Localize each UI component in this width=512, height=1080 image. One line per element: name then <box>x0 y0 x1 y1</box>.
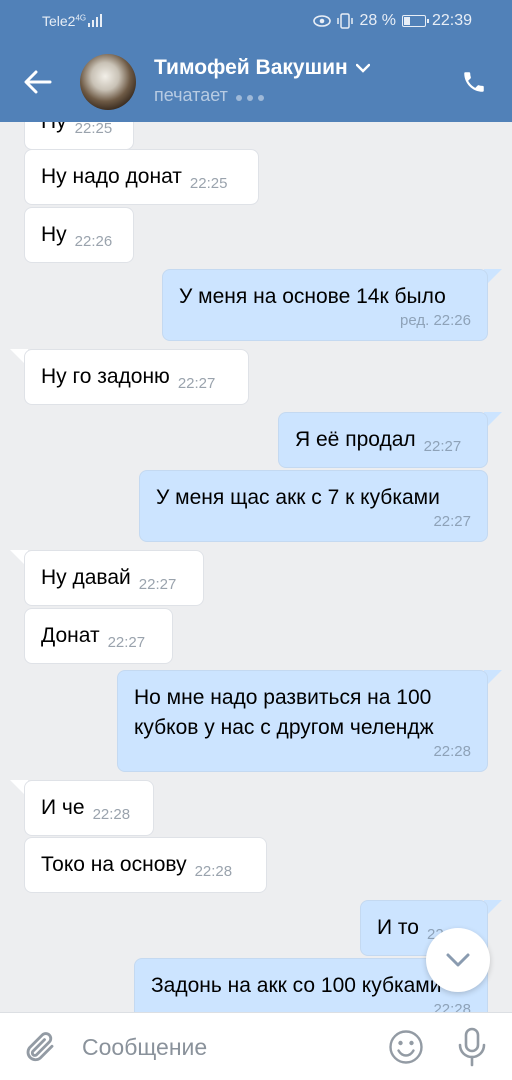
chevron-down-icon <box>355 63 370 73</box>
message-input[interactable] <box>82 1031 372 1063</box>
signal-icon <box>88 14 102 27</box>
message-incoming[interactable]: Ну надо донат 22:25 <box>24 149 259 205</box>
message-outgoing[interactable]: Я её продал 22:27 <box>278 412 488 468</box>
message-incoming[interactable]: Ну го задоню 22:27 <box>24 349 249 405</box>
vibrate-icon <box>337 13 354 29</box>
scroll-down-button[interactable] <box>426 928 490 992</box>
message-outgoing[interactable]: Но мне надо развиться на 100 кубков у на… <box>117 670 488 772</box>
message-composer <box>0 1012 512 1080</box>
message-incoming[interactable]: Ну22:25 <box>24 122 134 150</box>
message-list[interactable]: Ну22:25 Ну надо донат22:25 Ну22:26 У мен… <box>0 122 512 1012</box>
emoji-button[interactable] <box>388 1029 424 1065</box>
message-outgoing[interactable]: У меня щас акк с 7 к кубками 22:27 <box>139 470 488 542</box>
typing-status: печатает <box>154 85 269 106</box>
paperclip-icon <box>26 1032 54 1062</box>
clock: 22:39 <box>431 12 472 29</box>
battery-percent: 28 % <box>359 12 396 29</box>
typing-dots-icon <box>235 85 269 106</box>
message-incoming[interactable]: И че 22:28 <box>24 780 154 836</box>
call-button[interactable] <box>454 62 494 102</box>
status-bar: Tele24G 28 % 22:39 <box>0 0 512 42</box>
microphone-icon <box>458 1027 486 1067</box>
chevron-down-icon <box>446 953 470 967</box>
carrier-label: Tele24G <box>42 13 87 29</box>
back-button[interactable] <box>18 62 58 102</box>
arrow-left-icon <box>24 70 52 94</box>
voice-message-button[interactable] <box>456 1027 488 1067</box>
attach-button[interactable] <box>22 1029 58 1065</box>
phone-icon <box>464 72 484 92</box>
message-incoming[interactable]: Токо на основу 22:28 <box>24 837 267 893</box>
message-incoming[interactable]: Ну 22:26 <box>24 207 134 263</box>
chat-header: Tele24G 28 % 22:39 Тимофей Вакушин печат… <box>0 0 512 122</box>
eye-icon <box>313 15 332 27</box>
message-incoming[interactable]: Ну давай 22:27 <box>24 550 204 606</box>
message-incoming[interactable]: Донат 22:27 <box>24 608 173 664</box>
contact-name[interactable]: Тимофей Вакушин <box>154 56 370 80</box>
avatar[interactable] <box>80 54 136 110</box>
message-outgoing[interactable]: У меня на основе 14к было ред. 22:26 <box>162 269 488 341</box>
smile-icon <box>389 1030 423 1064</box>
battery-icon <box>401 15 429 27</box>
